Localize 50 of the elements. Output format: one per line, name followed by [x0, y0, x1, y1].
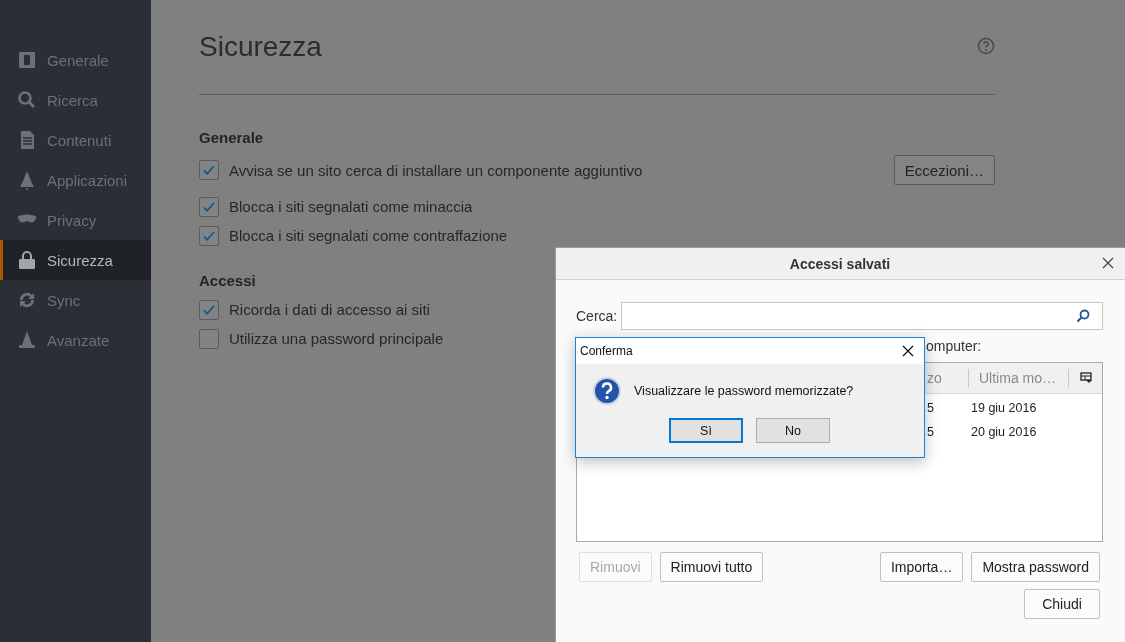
close-icon[interactable] — [902, 345, 914, 357]
table-cell-text: 20 giu 2016 — [970, 425, 1038, 439]
dialog-title: Accessi salvati — [789, 255, 891, 272]
table-cell-text: 5 — [926, 425, 935, 439]
checkbox[interactable] — [199, 160, 219, 180]
checkmark-icon — [202, 163, 216, 177]
sync-icon — [17, 290, 37, 310]
sidebar-item[interactable]: Avanzate — [0, 320, 151, 360]
dialog-button[interactable]: No — [756, 418, 830, 443]
dialog-button[interactable]: Sì — [669, 418, 743, 443]
checkbox[interactable] — [199, 299, 219, 320]
option-label: Blocca i siti segnalati come minaccia — [229, 198, 473, 215]
sidebar-item[interactable]: Contenuti — [0, 120, 151, 160]
dialog-button[interactable]: Mostra password — [971, 552, 1100, 582]
column-header[interactable]: Ultima mo… — [968, 369, 1068, 387]
option-label: Ricorda i dati di accesso ai siti — [229, 301, 430, 318]
sidebar-item[interactable]: Sync — [0, 280, 151, 320]
dialog-button[interactable]: Importa… — [879, 552, 964, 582]
page-title: Sicurezza — [199, 31, 322, 63]
section-heading: Generale — [199, 129, 265, 146]
dialog-button[interactable]: Rimuovi tutto — [659, 552, 764, 582]
exceptions-button[interactable]: Eccezioni… — [893, 155, 995, 185]
sidebar-item[interactable]: Privacy — [0, 200, 151, 240]
search-label: Cerca: — [576, 308, 618, 324]
question-icon — [592, 376, 622, 406]
sidebar-item[interactable]: Applicazioni — [0, 160, 151, 200]
column-picker-icon[interactable] — [1079, 372, 1092, 384]
section-heading: Accessi — [199, 272, 257, 289]
general-icon — [17, 50, 37, 70]
confirm-message: Visualizzare le password memorizzate? — [634, 384, 854, 398]
close-button[interactable]: Chiudi — [1024, 589, 1100, 619]
padlock-icon — [17, 250, 37, 270]
sidebar-item[interactable]: Sicurezza — [0, 240, 151, 280]
checkbox[interactable] — [199, 225, 219, 246]
option-label: Avvisa se un sito cerca di installare un componente aggiuntivo — [229, 161, 643, 179]
sidebar-item[interactable]: Generale — [0, 40, 151, 80]
table-cell-text: 5 — [926, 401, 935, 415]
table-cell-text: 19 giu 2016 — [970, 401, 1038, 415]
search-field[interactable] — [621, 302, 1103, 330]
close-icon[interactable] — [1102, 257, 1114, 269]
help-icon[interactable] — [977, 37, 995, 55]
search-icon — [17, 90, 37, 110]
checkbox[interactable] — [199, 196, 219, 217]
search-icon — [1076, 309, 1090, 323]
sidebar-item[interactable]: Ricerca — [0, 80, 151, 120]
checkbox[interactable] — [199, 328, 219, 349]
option-label: Utilizza una password principale — [229, 330, 444, 347]
option-label: Blocca i siti segnalati come contraffazione — [229, 227, 508, 244]
dialog-title: Conferma — [580, 344, 633, 358]
list-label: omputer: — [926, 338, 982, 354]
